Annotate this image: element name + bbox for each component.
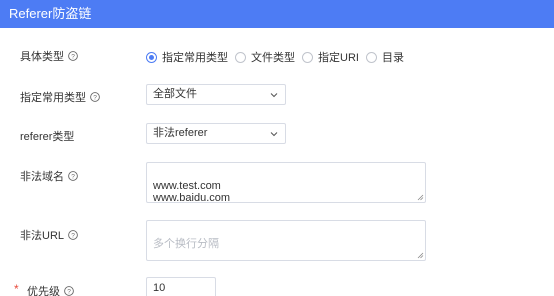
- type-radio-group: 指定常用类型 文件类型 指定URI 目录: [146, 49, 411, 65]
- radio-unchecked-icon[interactable]: [365, 51, 377, 63]
- radio-common-type[interactable]: 指定常用类型: [146, 49, 228, 65]
- question-circle-icon[interactable]: ?: [90, 92, 100, 102]
- radio-directory[interactable]: 目录: [365, 49, 404, 65]
- radio-file-type[interactable]: 文件类型: [235, 49, 295, 65]
- radio-uri[interactable]: 指定URI: [302, 49, 359, 65]
- required-mark: *: [14, 282, 19, 296]
- priority-label-row: * 优先级 ?: [14, 282, 74, 296]
- svg-text:?: ?: [71, 173, 75, 180]
- radio-label: 指定URI: [318, 52, 359, 64]
- common-type-value: 全部文件: [153, 88, 197, 100]
- priority-value: 10: [153, 282, 166, 294]
- radio-label: 文件类型: [251, 52, 295, 64]
- svg-text:?: ?: [93, 94, 97, 101]
- priority-input[interactable]: 10: [146, 277, 216, 296]
- radio-label: 指定常用类型: [162, 52, 228, 64]
- radio-unchecked-icon[interactable]: [235, 51, 246, 63]
- svg-text:?: ?: [67, 288, 71, 295]
- illegal-url-placeholder: 多个换行分隔: [153, 238, 219, 250]
- common-type-select[interactable]: 全部文件: [146, 84, 286, 105]
- radio-unchecked-icon[interactable]: [302, 51, 313, 63]
- radio-checked-icon[interactable]: [146, 51, 157, 63]
- question-circle-icon[interactable]: ?: [68, 230, 78, 240]
- referer-type-label: referer类型: [20, 131, 75, 143]
- referer-type-value: 非法referer: [153, 127, 208, 139]
- question-circle-icon[interactable]: ?: [68, 171, 78, 181]
- illegal-domain-label-row: 非法域名 ?: [20, 168, 78, 184]
- illegal-domain-textarea[interactable]: www.test.com www.baidu.com: [146, 162, 426, 204]
- illegal-url-label-row: 非法URL ?: [20, 227, 78, 243]
- common-type-label-row: 指定常用类型 ?: [20, 89, 100, 105]
- chevron-down-icon: [270, 132, 278, 137]
- svg-text:?: ?: [71, 232, 75, 239]
- illegal-url-textarea[interactable]: 多个换行分隔: [146, 220, 426, 261]
- radio-label: 目录: [381, 52, 404, 64]
- panel-header: Referer防盗链: [0, 0, 554, 28]
- referer-type-select[interactable]: 非法referer: [146, 123, 286, 144]
- illegal-domain-value: www.test.com www.baidu.com: [153, 180, 231, 204]
- chevron-down-icon: [270, 93, 278, 98]
- type-label-row: 具体类型 ?: [20, 48, 78, 64]
- priority-label: 优先级: [27, 286, 60, 296]
- illegal-domain-label: 非法域名: [20, 171, 64, 183]
- illegal-url-label: 非法URL: [20, 230, 65, 242]
- svg-text:?: ?: [71, 53, 75, 60]
- type-label: 具体类型: [20, 51, 64, 63]
- referer-type-label-row: referer类型: [20, 128, 74, 144]
- common-type-label: 指定常用类型: [20, 92, 86, 104]
- question-circle-icon[interactable]: ?: [68, 51, 78, 61]
- resize-grip-icon[interactable]: [417, 194, 424, 201]
- question-circle-icon[interactable]: ?: [64, 286, 74, 296]
- resize-grip-icon[interactable]: [417, 252, 424, 259]
- panel-title: Referer防盗链: [9, 6, 92, 21]
